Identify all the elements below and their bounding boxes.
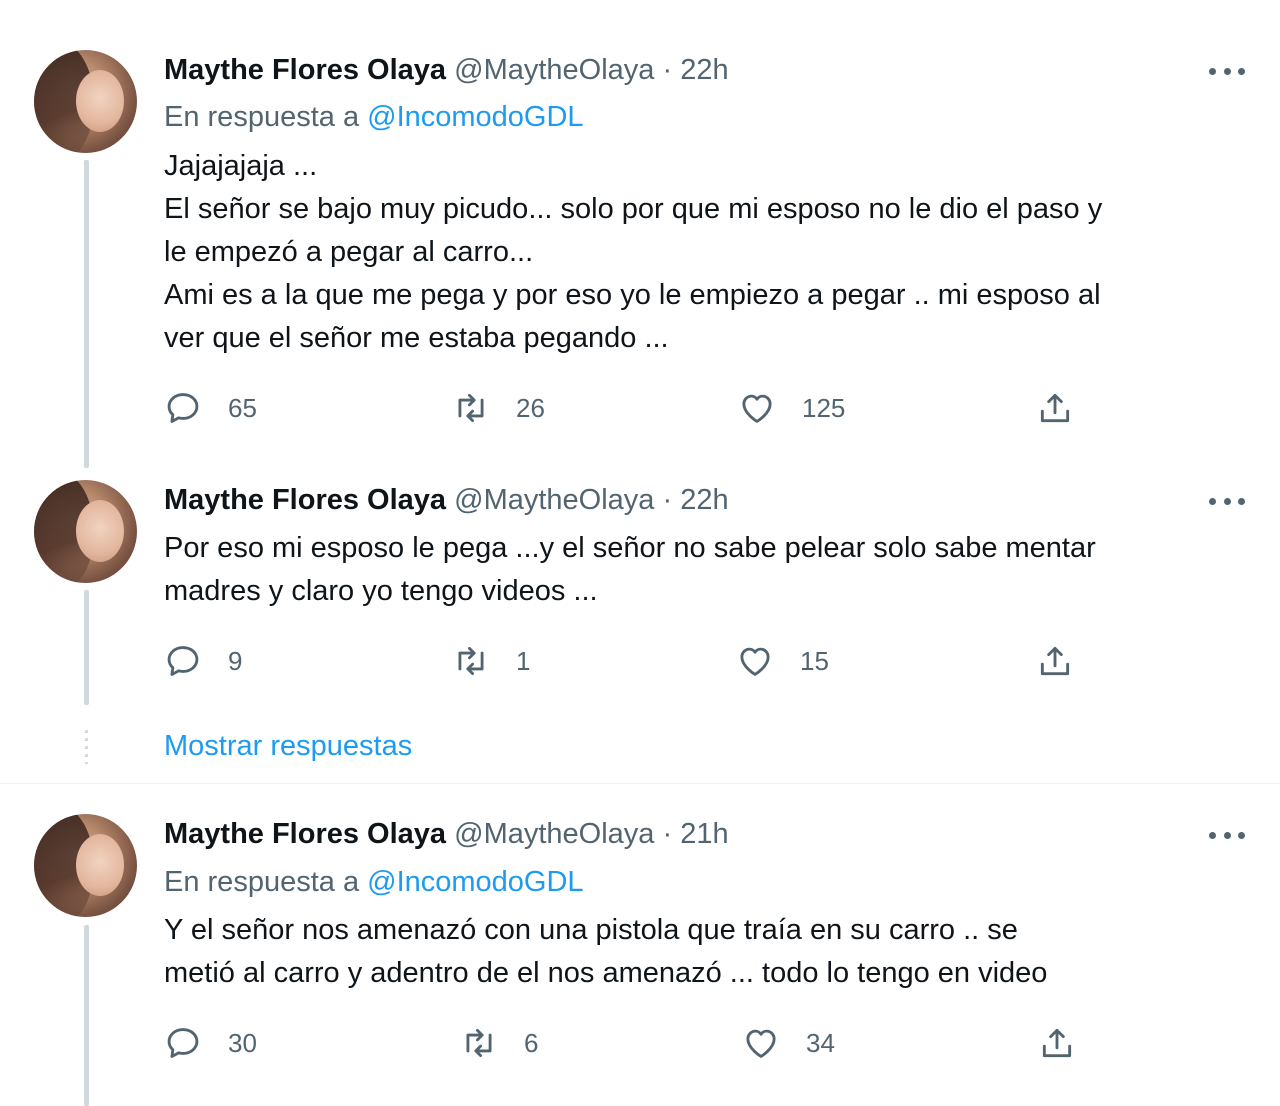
tweet-text-line: madres y claro yo tengo videos ... bbox=[164, 575, 598, 607]
user-name[interactable]: Maythe Flores Olaya bbox=[164, 484, 446, 516]
like-count: 15 bbox=[800, 646, 829, 676]
tweet-text-line: metió al carro y adentro de el nos amena… bbox=[164, 957, 1048, 989]
like-button[interactable]: 125 bbox=[738, 388, 845, 428]
like-count: 125 bbox=[802, 393, 846, 423]
tweet-text-line: Ami es a la que me pega y por eso yo le … bbox=[164, 279, 1101, 311]
retweet-count: 6 bbox=[524, 1028, 539, 1058]
avatar[interactable] bbox=[34, 480, 137, 583]
tweet-text-line: ver que el señor me estaba pegando ... bbox=[164, 322, 669, 354]
thread-line bbox=[84, 925, 89, 1106]
retweet-icon bbox=[458, 646, 484, 676]
separator-dot: · bbox=[662, 818, 673, 850]
separator-dot: · bbox=[662, 484, 673, 516]
reply-bubble-icon bbox=[167, 393, 199, 423]
reply-bubble-icon bbox=[167, 1028, 199, 1058]
retweet-count: 1 bbox=[516, 646, 531, 676]
share-upload-icon bbox=[1042, 1028, 1072, 1058]
reply-to-line: En respuesta a @IncomodoGDL bbox=[164, 100, 584, 134]
reply-to-mention[interactable]: @IncomodoGDL bbox=[367, 101, 583, 133]
share-upload-icon bbox=[1040, 393, 1070, 423]
thread-dotted-line bbox=[85, 730, 88, 764]
separator-dot: · bbox=[662, 54, 673, 86]
reply-to-mention[interactable]: @IncomodoGDL bbox=[367, 866, 583, 898]
avatar[interactable] bbox=[34, 814, 137, 917]
share-button[interactable] bbox=[1036, 388, 1074, 428]
thread-line bbox=[84, 590, 89, 705]
reply-to-label: En respuesta a bbox=[164, 101, 368, 133]
reply-to-line: En respuesta a @IncomodoGDL bbox=[164, 865, 584, 899]
heart-icon bbox=[740, 647, 770, 676]
tweet-header: Maythe Flores Olaya @MaytheOlaya · 21h bbox=[164, 817, 729, 851]
avatar[interactable] bbox=[34, 50, 137, 153]
tweet-text-line: El señor se bajo muy picudo... solo por … bbox=[164, 193, 1103, 225]
reply-count: 30 bbox=[228, 1028, 257, 1058]
tweet-header: Maythe Flores Olaya @MaytheOlaya · 22h bbox=[164, 53, 729, 87]
like-button[interactable]: 15 bbox=[736, 641, 829, 681]
heart-icon bbox=[742, 394, 772, 423]
tweet-text: Y el señor nos amenazó con una pistola q… bbox=[164, 909, 1254, 995]
timestamp[interactable]: 22h bbox=[680, 54, 728, 86]
share-button[interactable] bbox=[1038, 1023, 1076, 1063]
reply-button[interactable]: 30 bbox=[164, 1023, 257, 1063]
tweet-header: Maythe Flores Olaya @MaytheOlaya · 22h bbox=[164, 483, 729, 517]
tweet-actions: 9 1 15 bbox=[164, 641, 1264, 681]
reply-count: 65 bbox=[228, 393, 257, 423]
retweet-button[interactable]: 6 bbox=[460, 1023, 538, 1063]
reply-button[interactable]: 65 bbox=[164, 388, 257, 428]
more-options-icon[interactable] bbox=[1209, 61, 1245, 81]
tweet-text: Por eso mi esposo le pega ...y el señor … bbox=[164, 527, 1254, 613]
reply-button[interactable]: 9 bbox=[164, 641, 242, 681]
tweet-text-line: Por eso mi esposo le pega ...y el señor … bbox=[164, 532, 1096, 564]
user-name[interactable]: Maythe Flores Olaya bbox=[164, 818, 446, 850]
reply-to-label: En respuesta a bbox=[164, 866, 368, 898]
like-count: 34 bbox=[806, 1028, 835, 1058]
retweet-button[interactable]: 26 bbox=[452, 388, 545, 428]
tweet-actions: 65 26 125 bbox=[164, 388, 1264, 428]
show-replies-link[interactable]: Mostrar respuestas bbox=[164, 728, 412, 764]
more-options-icon[interactable] bbox=[1209, 825, 1245, 845]
tweet-text-line: Y el señor nos amenazó con una pistola q… bbox=[164, 914, 1018, 946]
tweet-actions: 30 6 34 bbox=[164, 1023, 1264, 1063]
tweet-text-line: Jajajajaja ... bbox=[164, 150, 318, 182]
tweet-text-line: le empezó a pegar al carro... bbox=[164, 236, 534, 268]
user-handle[interactable]: @MaytheOlaya bbox=[454, 484, 654, 516]
retweet-button[interactable]: 1 bbox=[452, 641, 530, 681]
divider bbox=[0, 783, 1280, 784]
like-button[interactable]: 34 bbox=[742, 1023, 835, 1063]
user-handle[interactable]: @MaytheOlaya bbox=[454, 818, 654, 850]
timestamp[interactable]: 21h bbox=[680, 818, 728, 850]
timestamp[interactable]: 22h bbox=[680, 484, 728, 516]
retweet-icon bbox=[466, 1028, 492, 1058]
tweet-text: Jajajajaja ... El señor se bajo muy picu… bbox=[164, 145, 1254, 360]
reply-count: 9 bbox=[228, 646, 243, 676]
heart-icon bbox=[746, 1029, 776, 1058]
more-options-icon[interactable] bbox=[1209, 491, 1245, 511]
user-name[interactable]: Maythe Flores Olaya bbox=[164, 54, 446, 86]
thread-line bbox=[84, 160, 89, 468]
retweet-icon bbox=[458, 393, 484, 423]
share-upload-icon bbox=[1040, 646, 1070, 676]
user-handle[interactable]: @MaytheOlaya bbox=[454, 54, 654, 86]
retweet-count: 26 bbox=[516, 393, 545, 423]
share-button[interactable] bbox=[1036, 641, 1074, 681]
reply-bubble-icon bbox=[167, 646, 199, 676]
